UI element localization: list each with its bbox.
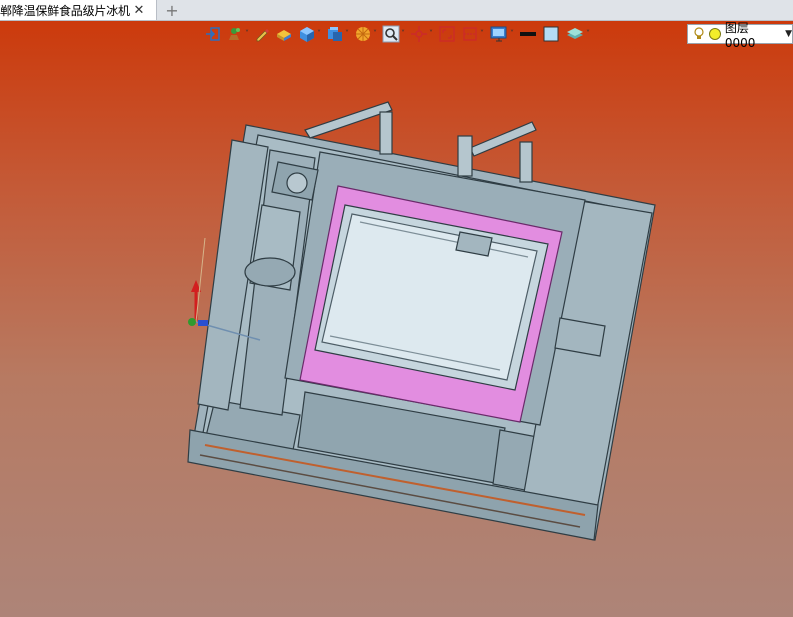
cad-model (187, 101, 656, 541)
